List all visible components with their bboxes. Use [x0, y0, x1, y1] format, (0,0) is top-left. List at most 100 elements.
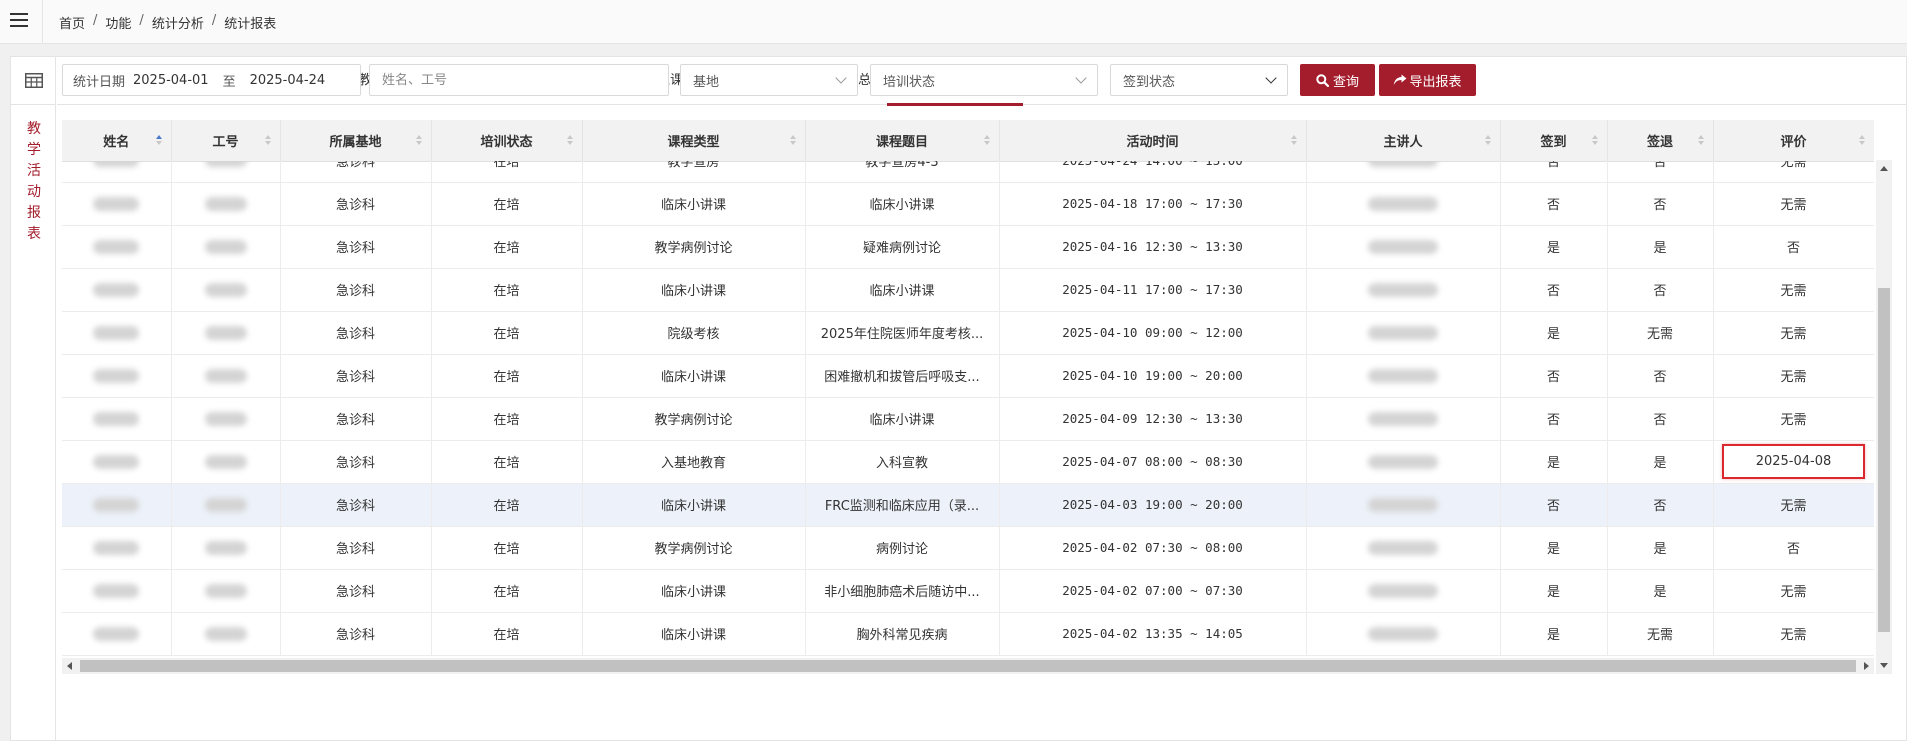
staff-id-cell: [171, 225, 281, 269]
table-row[interactable]: 急诊科 在培 教学病例讨论 疑难病例讨论 2025-04-16 12:30 ~ 13:3…: [62, 225, 1874, 269]
redacted-value: [1368, 368, 1438, 383]
name-cell: [62, 182, 172, 226]
course-title-cell: 病例讨论: [805, 526, 1000, 570]
table-row[interactable]: 急诊科 在培 临床小讲课 非小细胞肺癌术后随访中... 2025-04-02 07:00…: [62, 569, 1874, 613]
staff-id-cell: [171, 268, 281, 312]
course-type-cell: 院级考核: [582, 311, 806, 355]
breadcrumb-item-home[interactable]: 首页: [59, 13, 85, 32]
course-title-cell: 非小细胞肺癌术后随访中...: [805, 569, 1000, 613]
sort-icon[interactable]: [1591, 135, 1599, 146]
base-cell: 急诊科: [280, 354, 432, 398]
column-header[interactable]: 工号: [171, 120, 281, 162]
table-row[interactable]: 急诊科 在培 临床小讲课 胸外科常见疾病 2025-04-02 13:35 ~ 14:0…: [62, 612, 1874, 656]
column-header[interactable]: 课程题目: [805, 120, 1000, 162]
signin-cell: 是: [1500, 311, 1608, 355]
sort-icon[interactable]: [1697, 135, 1705, 146]
table-row[interactable]: 急诊科在培教学查房教学查房4-32025-04-24 14:00 ~ 15:00…: [62, 161, 1874, 183]
name-cell: [62, 526, 172, 570]
signin-cell: 否: [1500, 483, 1608, 527]
table-row[interactable]: 急诊科 在培 教学病例讨论 病例讨论 2025-04-02 07:30 ~ 08:00 是…: [62, 526, 1874, 570]
column-header[interactable]: 姓名: [62, 120, 172, 162]
table-row[interactable]: 急诊科 在培 临床小讲课 临床小讲课 2025-04-11 17:00 ~ 17:30 否…: [62, 268, 1874, 312]
signout-cell: 是: [1607, 440, 1714, 484]
staff-id-cell: [171, 440, 281, 484]
divider: [42, 0, 43, 44]
sort-icon[interactable]: [789, 135, 797, 146]
course-title-cell: 疑难病例讨论: [805, 225, 1000, 269]
column-header[interactable]: 签到: [1500, 120, 1608, 162]
sort-icon[interactable]: [1858, 135, 1866, 146]
course-title-cell: FRC监测和临床应用（录...: [805, 483, 1000, 527]
export-button[interactable]: 导出报表: [1379, 64, 1476, 96]
column-header[interactable]: 评价: [1713, 120, 1874, 162]
breadcrumb-item-analysis[interactable]: 统计分析: [152, 13, 204, 32]
signin-cell: 否: [1500, 397, 1608, 441]
table-row[interactable]: 急诊科 在培 临床小讲课 困难撤机和拔管后呼吸支... 2025-04-10 19:00…: [62, 354, 1874, 398]
horizontal-scrollbar[interactable]: [62, 658, 1874, 674]
date-to[interactable]: 2025-04-24: [250, 73, 326, 88]
base-select[interactable]: 基地: [680, 64, 858, 96]
signin-cell: 是: [1500, 526, 1608, 570]
redacted-value: [204, 540, 247, 555]
vertical-scrollbar[interactable]: [1876, 160, 1892, 674]
evaluation-cell: 否: [1713, 526, 1874, 570]
lecturer-cell: [1306, 483, 1501, 527]
breadcrumb-item-report: 统计报表: [224, 17, 277, 32]
sort-icon[interactable]: [415, 135, 423, 146]
date-range-picker[interactable]: 统计日期 2025-04-01 至 2025-04-24: [62, 64, 361, 96]
course-type-cell: 临床小讲课: [582, 612, 806, 656]
table-row[interactable]: 急诊科 在培 临床小讲课 FRC监测和临床应用（录... 2025-04-03 19:0…: [62, 483, 1874, 527]
sort-icon[interactable]: [983, 135, 991, 146]
name-search-input[interactable]: [369, 64, 669, 96]
scroll-down-icon[interactable]: [1880, 663, 1888, 668]
column-header[interactable]: 活动时间: [999, 120, 1307, 162]
training-status-select[interactable]: 培训状态: [870, 64, 1098, 96]
redacted-value: [93, 497, 140, 512]
breadcrumb: 首页 / 功能 / 统计分析 / 统计报表: [59, 13, 276, 32]
activity-time-cell: 2025-04-24 14:00 ~ 15:00: [999, 161, 1307, 183]
sort-icon[interactable]: [264, 135, 272, 146]
query-button[interactable]: 查询: [1300, 64, 1375, 96]
table-grid-icon[interactable]: [11, 57, 56, 105]
table-body-viewport[interactable]: 急诊科在培教学查房教学查房4-32025-04-24 14:00 ~ 15:00…: [62, 161, 1874, 657]
evaluation-cell: 无需: [1713, 161, 1874, 183]
menu-toggle-icon[interactable]: [10, 13, 28, 29]
table-row[interactable]: 急诊科 在培 临床小讲课 临床小讲课 2025-04-18 17:00 ~ 17:30 否…: [62, 182, 1874, 226]
horizontal-scroll-thumb[interactable]: [80, 660, 1856, 672]
lecturer-cell: [1306, 311, 1501, 355]
name-cell: [62, 268, 172, 312]
sort-icon[interactable]: [1484, 135, 1492, 146]
sort-icon[interactable]: [566, 135, 574, 146]
column-header[interactable]: 主讲人: [1306, 120, 1501, 162]
scroll-right-icon[interactable]: [1864, 662, 1869, 670]
staff-id-cell: [171, 311, 281, 355]
lecturer-cell: [1306, 354, 1501, 398]
scroll-up-icon[interactable]: [1880, 166, 1888, 171]
course-title-cell: 教学查房4-3: [805, 161, 1000, 183]
sort-icon[interactable]: [1290, 135, 1298, 146]
lecturer-cell: [1306, 182, 1501, 226]
date-from[interactable]: 2025-04-01: [133, 73, 209, 88]
redacted-value: [93, 325, 140, 340]
training-status-cell: 在培: [431, 569, 583, 613]
table-row[interactable]: 急诊科 在培 入基地教育 入科宣教 2025-04-07 08:00 ~ 08:30 是是…: [62, 440, 1874, 484]
column-header[interactable]: 课程类型: [582, 120, 806, 162]
column-header[interactable]: 签退: [1607, 120, 1714, 162]
vertical-scroll-thumb[interactable]: [1878, 288, 1890, 632]
lecturer-cell: [1306, 397, 1501, 441]
base-cell: 急诊科: [280, 483, 432, 527]
table-row[interactable]: 急诊科 在培 教学病例讨论 临床小讲课 2025-04-09 12:30 ~ 13:30…: [62, 397, 1874, 441]
scroll-left-icon[interactable]: [67, 662, 72, 670]
breadcrumb-item-function[interactable]: 功能: [105, 13, 131, 32]
column-header[interactable]: 所属基地: [280, 120, 432, 162]
table-row[interactable]: 急诊科 在培 院级考核 2025年住院医师年度考核... 2025-04-10 09:0…: [62, 311, 1874, 355]
course-type-cell: 入基地教育: [582, 440, 806, 484]
signin-status-select[interactable]: 签到状态: [1110, 64, 1288, 96]
evaluation-cell: 无需: [1713, 268, 1874, 312]
signin-cell: 否: [1500, 161, 1608, 183]
column-header[interactable]: 培训状态: [431, 120, 583, 162]
signout-cell: 否: [1607, 397, 1714, 441]
sort-asc-icon[interactable]: [155, 135, 163, 146]
lecturer-cell: [1306, 161, 1501, 183]
redacted-value: [1368, 161, 1438, 168]
